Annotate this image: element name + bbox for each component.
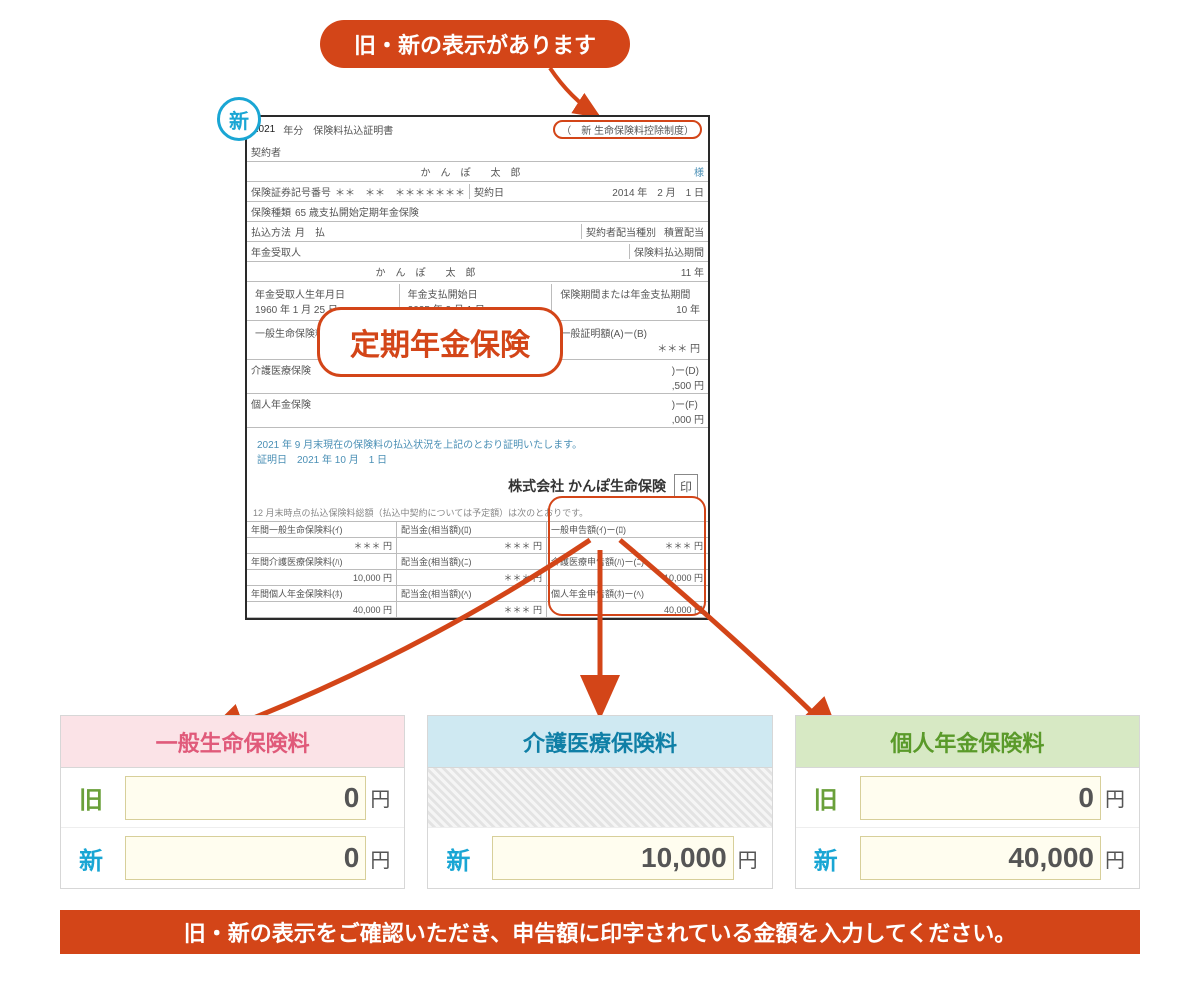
yen-unit: 円 <box>1105 844 1139 873</box>
card-title: 一般生命保険料 <box>61 716 404 768</box>
yen-unit: 円 <box>1105 783 1139 812</box>
input-care-new[interactable]: 10,000 <box>492 836 733 880</box>
care-old-unavailable <box>428 768 771 828</box>
label-new: 新 <box>428 841 488 876</box>
input-general-new[interactable]: 0 <box>125 836 366 880</box>
instruction-banner: 旧・新の表示をご確認いただき、申告額に印字されている金額を入力してください。 <box>60 910 1140 954</box>
yen-unit: 円 <box>738 844 772 873</box>
label-old: 旧 <box>796 780 856 815</box>
cert-header: 2021 年分 保険料払込証明書 （ 新 生命保険料控除制度） <box>247 117 708 142</box>
label-old: 旧 <box>61 780 121 815</box>
category-cards: 一般生命保険料 旧 0 円 新 0 円 介護医療保険料 新 10,000 円 個… <box>60 715 1140 889</box>
input-pension-new[interactable]: 40,000 <box>860 836 1101 880</box>
card-care-medical: 介護医療保険料 新 10,000 円 <box>427 715 772 889</box>
deduction-system-pill: （ 新 生命保険料控除制度） <box>553 120 702 139</box>
card-title: 個人年金保険料 <box>796 716 1139 768</box>
card-title: 介護医療保険料 <box>428 716 771 768</box>
card-personal-pension: 個人年金保険料 旧 0 円 新 40,000 円 <box>795 715 1140 889</box>
input-pension-old[interactable]: 0 <box>860 776 1101 820</box>
input-general-old[interactable]: 0 <box>125 776 366 820</box>
diagram-canvas: 旧・新の表示があります 新 2021 年分 保険料払込証明書 （ 新 生命保険料… <box>60 20 1140 980</box>
label-new: 新 <box>61 841 121 876</box>
card-general-life: 一般生命保険料 旧 0 円 新 0 円 <box>60 715 405 889</box>
seal-icon: 印 <box>674 474 698 498</box>
label-new: 新 <box>796 841 856 876</box>
product-name-stamp: 定期年金保険 <box>317 307 563 377</box>
yen-unit: 円 <box>370 783 404 812</box>
company-row: 株式会社 かんぽ生命保険 印 <box>247 468 708 504</box>
yen-unit: 円 <box>370 844 404 873</box>
new-badge: 新 <box>217 97 261 141</box>
callout-old-new-indicator: 旧・新の表示があります <box>320 20 630 68</box>
